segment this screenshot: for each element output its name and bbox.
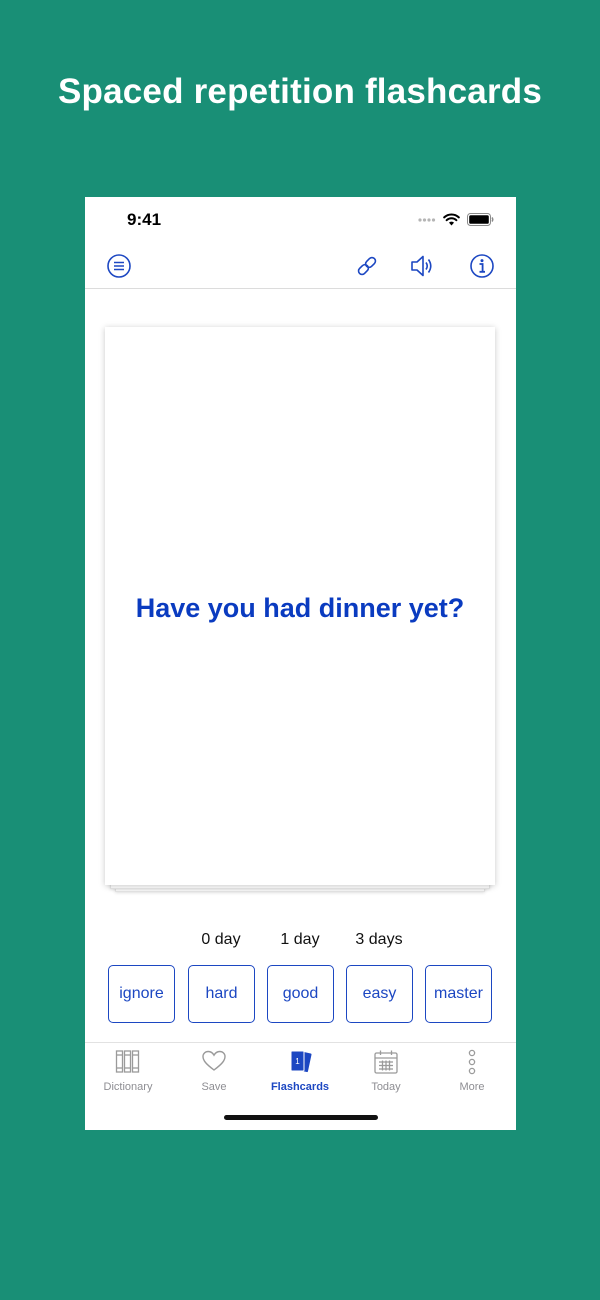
status-bar: 9:41 [85, 197, 516, 241]
tab-label: More [459, 1081, 485, 1093]
speaker-button[interactable] [408, 251, 438, 281]
grade-buttons: ignore hard good easy master [85, 965, 516, 1023]
interval-easy: 3 days [355, 931, 403, 948]
tab-label: Flashcards [270, 1081, 330, 1093]
status-time: 9:41 [127, 210, 162, 229]
tab-label: Save [201, 1081, 227, 1093]
home-indicator [224, 1115, 378, 1120]
tab-more[interactable]: More [429, 1043, 515, 1095]
link-button[interactable] [352, 251, 382, 281]
good-button[interactable]: good [267, 965, 334, 1023]
interval-good: 1 day [280, 931, 320, 948]
flashcards-icon: 1 [290, 1050, 312, 1073]
menu-button[interactable] [104, 251, 134, 281]
tab-label: Today [371, 1081, 401, 1093]
link-icon [357, 256, 377, 276]
info-icon [470, 254, 494, 278]
flashcard[interactable]: Have you had dinner yet? [105, 327, 495, 885]
hard-button[interactable]: hard [188, 965, 255, 1023]
signal-icon [418, 217, 436, 222]
flashcards-badge: 1 [295, 1057, 300, 1066]
battery-icon [467, 213, 494, 226]
calendar-icon [374, 1050, 398, 1074]
flashcard-stack: Have you had dinner yet? [105, 327, 495, 892]
interval-hard: 0 day [201, 931, 241, 948]
flashcard-text: Have you had dinner yet? [135, 592, 465, 623]
master-button[interactable]: master [425, 965, 492, 1023]
tab-today[interactable]: Today [343, 1043, 429, 1095]
tab-flashcards[interactable]: 1 Flashcards [257, 1043, 343, 1095]
heart-icon [202, 1050, 226, 1071]
headline: Spaced repetition flashcards [57, 72, 543, 111]
ignore-button[interactable]: ignore [108, 965, 175, 1023]
info-button[interactable] [467, 251, 497, 281]
interval-labels: 0 day 1 day 3 days [85, 931, 516, 953]
tab-save[interactable]: Save [171, 1043, 257, 1095]
easy-button[interactable]: easy [346, 965, 413, 1023]
phone-screen: 9:41 Have you had dinner yet? 0 day 1 da… [85, 197, 516, 1130]
nav-bar [85, 241, 516, 289]
speaker-icon [411, 255, 432, 277]
menu-icon [107, 254, 131, 278]
status-icons [418, 213, 494, 226]
wifi-icon [443, 213, 460, 226]
tab-dictionary[interactable]: Dictionary [85, 1043, 171, 1095]
books-icon [115, 1050, 140, 1073]
more-dots-icon [468, 1049, 476, 1075]
tab-label: Dictionary [103, 1081, 153, 1093]
